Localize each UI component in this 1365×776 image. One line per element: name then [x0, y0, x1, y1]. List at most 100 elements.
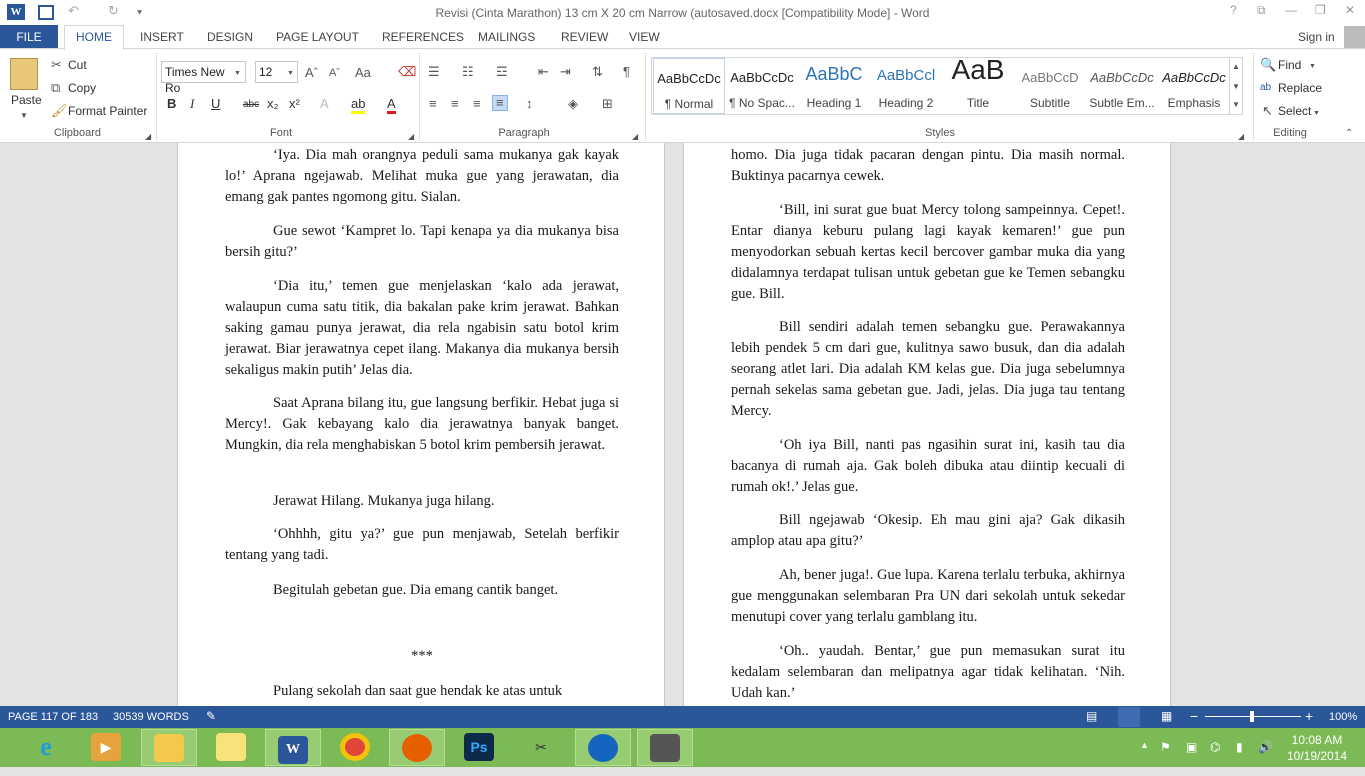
print-layout-icon[interactable] [1118, 707, 1140, 727]
chrome-icon[interactable] [327, 729, 383, 766]
styles-up-icon[interactable]: ▲ [1232, 60, 1240, 74]
zoom-out-button[interactable]: − [1190, 708, 1198, 724]
media-player-icon[interactable]: ▶ [78, 729, 134, 766]
paint-icon[interactable]: ✂ [513, 729, 569, 766]
replace-button[interactable]: Replace [1278, 81, 1322, 95]
tab-home[interactable]: HOME [64, 25, 124, 50]
align-center-icon[interactable]: ≡ [451, 97, 459, 111]
word-count[interactable]: 30539 WORDS [113, 711, 189, 723]
display-icon[interactable]: ▣ [1186, 740, 1197, 754]
page-left[interactable]: ‘Iya. Dia mah orangnya peduli sama mukan… [177, 143, 665, 706]
subscript-icon[interactable]: x₂ [267, 97, 279, 111]
volume-icon[interactable]: 🔊 [1258, 740, 1273, 754]
battery-icon[interactable]: ▮ [1236, 740, 1243, 754]
style-normal[interactable]: AaBbCcDc ¶ Normal [653, 58, 725, 114]
strikethrough-icon[interactable]: abc [243, 98, 259, 112]
numbering-icon[interactable]: ☷ [462, 65, 474, 79]
select-button[interactable]: Select [1278, 104, 1311, 118]
style-no-spacing[interactable]: AaBbCcDc ¶ No Spac... [726, 58, 798, 114]
page-right[interactable]: homo. Dia juga tidak pacaran dengan pint… [683, 143, 1171, 706]
paste-icon[interactable] [10, 58, 38, 90]
signin-link[interactable]: Sign in [1298, 30, 1335, 44]
shrink-font-icon[interactable]: Aˇ [329, 66, 340, 80]
tab-references[interactable]: REFERENCES [382, 30, 464, 44]
bold-icon[interactable]: B [167, 97, 176, 111]
sticky-notes-icon[interactable] [203, 729, 259, 766]
text-effects-icon[interactable]: A [320, 97, 329, 111]
sort-icon[interactable]: ⇅ [592, 65, 603, 79]
blue-app-icon[interactable] [575, 729, 631, 766]
shading-icon[interactable]: ◈ [568, 97, 578, 111]
minimize-button[interactable]: — [1285, 3, 1297, 17]
proofing-icon[interactable]: ✎ [206, 709, 216, 723]
clear-formatting-icon[interactable]: ⌫ [398, 65, 416, 79]
align-left-icon[interactable]: ≡ [429, 97, 437, 111]
web-layout-icon[interactable]: ▦ [1161, 709, 1172, 723]
borders-icon[interactable]: ⊞ [602, 97, 613, 111]
styles-launcher-icon[interactable]: ◢ [1238, 130, 1244, 144]
find-button[interactable]: Find [1278, 58, 1301, 72]
tab-review[interactable]: REVIEW [561, 30, 608, 44]
show-hidden-icons-icon[interactable]: ▲ [1140, 740, 1149, 750]
styles-scroll[interactable]: ▲ ▼ ▼ [1229, 58, 1243, 114]
highlight-icon[interactable]: ab [351, 97, 366, 114]
zoom-in-button[interactable]: + [1305, 708, 1313, 724]
style-subtle-emphasis[interactable]: AaBbCcDc Subtle Em... [1086, 58, 1158, 114]
maximize-button[interactable]: ❐ [1315, 3, 1326, 17]
close-button[interactable]: ✕ [1345, 3, 1355, 17]
ribbon-display-button[interactable]: ⧉ [1257, 3, 1266, 18]
grow-font-icon[interactable]: Aˆ [305, 66, 318, 80]
cut-button[interactable]: Cut [68, 58, 87, 72]
help-button[interactable]: ? [1230, 3, 1237, 17]
tab-design[interactable]: DESIGN [207, 30, 253, 44]
multilevel-list-icon[interactable]: ☲ [496, 65, 508, 79]
format-painter-button[interactable]: Format Painter [68, 104, 147, 118]
tab-insert[interactable]: INSERT [140, 30, 184, 44]
font-color-icon[interactable]: A [387, 97, 396, 114]
font-family-dropdown-icon[interactable]: ▼ [234, 67, 241, 81]
avatar[interactable] [1344, 26, 1365, 48]
paste-dropdown-icon[interactable]: ▼ [20, 109, 28, 123]
paste-button[interactable]: Paste [11, 93, 42, 107]
gray-app-icon[interactable] [637, 729, 693, 766]
line-spacing-icon[interactable]: ↕ [526, 97, 533, 111]
zoom-level[interactable]: 100% [1329, 711, 1357, 723]
select-dropdown-icon[interactable]: ▼ [1313, 107, 1320, 121]
find-dropdown-icon[interactable]: ▼ [1309, 60, 1316, 74]
clock[interactable]: 10:08 AM 10/19/2014 [1282, 732, 1352, 764]
style-heading-1[interactable]: AaBbC Heading 1 [798, 58, 870, 114]
superscript-icon[interactable]: x² [289, 97, 300, 111]
flag-icon[interactable]: ⚑ [1160, 740, 1171, 754]
read-mode-icon[interactable]: ▤ [1086, 709, 1097, 723]
internet-explorer-icon[interactable]: e [18, 729, 74, 766]
tab-view[interactable]: VIEW [629, 30, 660, 44]
tab-page-layout[interactable]: PAGE LAYOUT [276, 30, 359, 44]
change-case-icon[interactable]: Aa [355, 66, 371, 80]
network-icon[interactable]: ⌬ [1210, 740, 1220, 754]
style-heading-2[interactable]: AaBbCcl Heading 2 [870, 58, 942, 114]
clipboard-launcher-icon[interactable]: ◢ [145, 130, 151, 144]
styles-more-icon[interactable]: ▼ [1232, 98, 1240, 112]
show-formatting-icon[interactable]: ¶ [623, 65, 630, 79]
increase-indent-icon[interactable]: ⇥ [560, 65, 571, 79]
zoom-slider-thumb[interactable] [1250, 711, 1254, 722]
italic-icon[interactable]: I [190, 97, 194, 111]
bullets-icon[interactable]: ☰ [428, 65, 440, 79]
font-launcher-icon[interactable]: ◢ [408, 130, 414, 144]
photoshop-icon[interactable]: Ps [451, 729, 507, 766]
justify-icon[interactable]: ≡ [492, 95, 508, 111]
styles-down-icon[interactable]: ▼ [1232, 80, 1240, 94]
file-explorer-icon[interactable] [141, 729, 197, 766]
firefox-icon[interactable] [389, 729, 445, 766]
page-count[interactable]: PAGE 117 OF 183 [8, 711, 98, 723]
tab-mailings[interactable]: MAILINGS [478, 30, 535, 44]
style-emphasis[interactable]: AaBbCcDc Emphasis [1158, 58, 1230, 114]
underline-icon[interactable]: U [211, 97, 220, 111]
align-right-icon[interactable]: ≡ [473, 97, 481, 111]
style-title[interactable]: AaB Title [942, 54, 1014, 114]
word-taskbar-icon[interactable]: W [265, 729, 321, 766]
paragraph-launcher-icon[interactable]: ◢ [632, 130, 638, 144]
tab-file[interactable]: FILE [0, 25, 58, 49]
decrease-indent-icon[interactable]: ⇤ [538, 65, 549, 79]
font-size-dropdown-icon[interactable]: ▼ [287, 67, 294, 81]
